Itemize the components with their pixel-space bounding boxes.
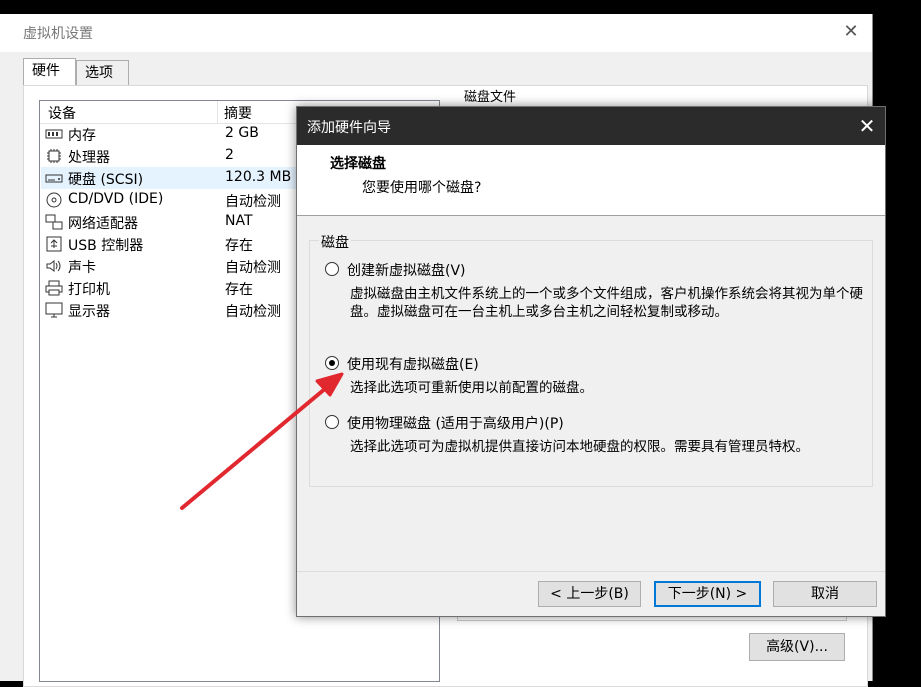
device-name: 硬盘 (SCSI) xyxy=(68,172,144,188)
back-button[interactable]: < 上一步(B) xyxy=(538,581,641,607)
radio-use-existing-disk[interactable] xyxy=(325,356,339,370)
hard-disk-icon xyxy=(45,174,63,183)
tab-options[interactable]: 选项 xyxy=(76,60,129,86)
device-summary: 2 xyxy=(225,147,234,163)
device-name: 声卡 xyxy=(68,260,96,276)
radio-label[interactable]: 创建新虚拟磁盘(V) xyxy=(347,260,466,280)
radio-label[interactable]: 使用物理磁盘 (适用于高级用户)(P) xyxy=(347,413,564,433)
cancel-button[interactable]: 取消 xyxy=(773,581,877,607)
device-summary: 2 GB xyxy=(225,125,259,141)
column-header-summary[interactable]: 摘要 xyxy=(224,103,252,123)
device-summary: 自动检测 xyxy=(225,260,281,276)
wizard-header: 选择磁盘 您要使用哪个磁盘? xyxy=(297,145,885,216)
device-summary: 自动检测 xyxy=(225,194,281,210)
printer-icon xyxy=(45,280,63,296)
disk-file-label: 磁盘文件 xyxy=(464,90,517,105)
device-name: 网络适配器 xyxy=(68,216,138,232)
footer-divider xyxy=(297,571,885,572)
wizard-heading: 选择磁盘 xyxy=(330,156,386,172)
advanced-button[interactable]: 高级(V)... xyxy=(749,633,845,661)
option-description: 虚拟磁盘由主机文件系统上的一个或多个文件组成，客户机操作系统会将其视为单个硬盘。… xyxy=(350,286,863,320)
option-description: 选择此选项可重新使用以前配置的磁盘。 xyxy=(350,380,593,396)
column-divider[interactable] xyxy=(217,101,218,123)
network-adapter-icon xyxy=(45,214,63,230)
radio-use-physical-disk[interactable] xyxy=(325,415,339,429)
tab-hardware[interactable]: 硬件 xyxy=(23,58,76,86)
processor-icon xyxy=(47,149,61,163)
device-name: 显示器 xyxy=(68,304,110,320)
close-icon[interactable]: ✕ xyxy=(855,114,879,138)
wizard-subheading: 您要使用哪个磁盘? xyxy=(362,180,482,196)
memory-icon xyxy=(45,129,63,139)
device-summary: 120.3 MB xyxy=(225,169,292,185)
usb-icon xyxy=(46,236,62,252)
column-header-device[interactable]: 设备 xyxy=(48,103,76,123)
radio-create-new-disk[interactable] xyxy=(325,262,339,276)
cd-dvd-icon xyxy=(46,192,62,208)
device-summary: 自动检测 xyxy=(225,304,281,320)
device-summary: 存在 xyxy=(225,238,253,254)
device-summary: 存在 xyxy=(225,282,253,298)
sound-card-icon xyxy=(46,260,61,272)
radio-label[interactable]: 使用现有虚拟磁盘(E) xyxy=(347,354,479,374)
device-name: CD/DVD (IDE) xyxy=(68,191,164,207)
device-name: 内存 xyxy=(68,128,96,144)
device-name: USB 控制器 xyxy=(68,238,144,254)
close-icon[interactable]: ✕ xyxy=(840,21,862,43)
wizard-titlebar: 添加硬件向导 ✕ xyxy=(297,107,885,145)
display-icon xyxy=(45,302,63,318)
wizard-title: 添加硬件向导 xyxy=(307,120,391,136)
window-title: 虚拟机设置 xyxy=(23,26,93,42)
vm-settings-titlebar: 虚拟机设置 ✕ xyxy=(0,14,872,52)
add-hardware-wizard-dialog: 添加硬件向导 ✕ 选择磁盘 您要使用哪个磁盘? 磁盘 创建新虚拟磁盘(V) 虚拟… xyxy=(296,106,886,617)
device-name: 处理器 xyxy=(68,150,110,166)
option-description: 选择此选项可为虚拟机提供直接访问本地硬盘的权限。需要具有管理员特权。 xyxy=(350,439,809,455)
device-summary: NAT xyxy=(225,213,253,229)
next-button[interactable]: 下一步(N) > xyxy=(654,581,761,607)
disk-group-label: 磁盘 xyxy=(319,232,351,252)
device-name: 打印机 xyxy=(68,282,110,298)
